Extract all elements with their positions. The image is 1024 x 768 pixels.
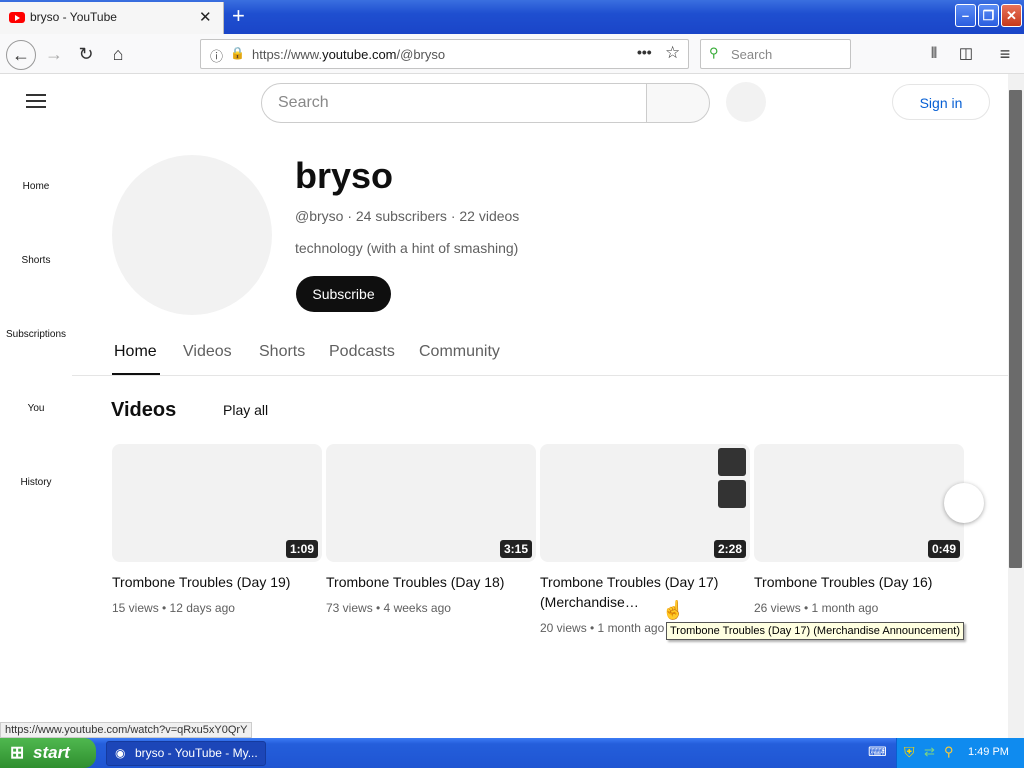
tab-title: bryso - YouTube bbox=[30, 10, 117, 24]
restore-icon[interactable]: ❐ bbox=[978, 4, 999, 27]
forward-icon[interactable]: → bbox=[42, 42, 66, 66]
active-tab-indicator bbox=[112, 373, 160, 375]
browser-search-field[interactable]: ⚲ Search bbox=[700, 39, 851, 69]
video-title[interactable]: Trombone Troubles (Day 17) (Merchandise… bbox=[540, 572, 730, 612]
browser-icon: ◉ bbox=[115, 746, 126, 760]
video-duration: 0:49 bbox=[927, 540, 960, 558]
voice-search-button[interactable] bbox=[726, 82, 766, 122]
keyboard-icon[interactable]: ⌨ bbox=[868, 744, 887, 760]
video-meta: 15 views • 12 days ago bbox=[112, 601, 235, 615]
tooltip: Trombone Troubles (Day 17) (Merchandise … bbox=[666, 622, 965, 640]
section-title[interactable]: Videos bbox=[111, 399, 176, 422]
guide-menu-icon[interactable] bbox=[26, 94, 46, 112]
video-meta: 73 views • 4 weeks ago bbox=[326, 601, 451, 615]
minimize-icon[interactable]: – bbox=[955, 4, 976, 27]
video-title[interactable]: Trombone Troubles (Day 18) bbox=[326, 572, 526, 592]
subscribe-button[interactable]: Subscribe bbox=[296, 276, 391, 312]
address-bar[interactable]: ⓘ 🔒 https://www.youtube.com/@bryso ••• ☆ bbox=[200, 39, 689, 69]
browser-tab[interactable]: bryso - YouTube ✕ bbox=[0, 2, 224, 34]
video-card[interactable]: 3:15 Trombone Troubles (Day 18) 73 views… bbox=[326, 444, 536, 644]
search-tray-icon[interactable]: ⚲ bbox=[944, 744, 954, 760]
next-arrow-button[interactable] bbox=[944, 483, 984, 523]
info-icon[interactable]: ⓘ bbox=[210, 46, 223, 65]
close-window-icon[interactable]: ✕ bbox=[1001, 4, 1022, 27]
channel-description[interactable]: technology (with a hint of smashing) bbox=[295, 240, 518, 256]
add-to-queue-icon[interactable] bbox=[718, 480, 746, 508]
bookmark-star-icon[interactable]: ☆ bbox=[665, 43, 680, 63]
sign-in-button[interactable]: Sign in bbox=[892, 84, 990, 120]
video-meta: 26 views • 1 month ago bbox=[754, 601, 879, 615]
shield-icon[interactable]: ⛨ bbox=[904, 744, 915, 761]
status-bar-url: https://www.youtube.com/watch?v=qRxu5xY0… bbox=[0, 722, 253, 738]
reload-icon[interactable]: ↻ bbox=[74, 42, 98, 66]
clock: 1:49 PM bbox=[968, 746, 1009, 758]
sidebar-item-history[interactable]: History bbox=[0, 477, 72, 488]
video-card[interactable]: 1:09 Trombone Troubles (Day 19) 15 views… bbox=[112, 444, 322, 644]
sidebar-item-subscriptions[interactable]: Subscriptions bbox=[0, 329, 72, 340]
video-meta: 20 views • 1 month ago bbox=[540, 621, 665, 635]
video-duration: 1:09 bbox=[285, 540, 318, 558]
page-actions-icon[interactable]: ••• bbox=[637, 44, 652, 60]
watch-later-icon[interactable] bbox=[718, 448, 746, 476]
url-text: https://www.youtube.com/@bryso bbox=[252, 47, 446, 62]
search-button[interactable] bbox=[646, 83, 710, 123]
close-tab-icon[interactable]: ✕ bbox=[199, 8, 212, 26]
channel-avatar bbox=[112, 155, 272, 315]
video-title[interactable]: Trombone Troubles (Day 16) bbox=[754, 572, 954, 592]
video-duration: 3:15 bbox=[499, 540, 532, 558]
sidebar-item-you[interactable]: You bbox=[0, 403, 72, 414]
video-duration: 2:28 bbox=[713, 540, 746, 558]
video-card[interactable]: 2:28 Trombone Troubles (Day 17) (Merchan… bbox=[540, 444, 750, 644]
hand-cursor-icon: ☝ bbox=[662, 600, 685, 620]
tab-podcasts[interactable]: Podcasts bbox=[329, 343, 395, 361]
channel-name: bryso bbox=[295, 155, 394, 196]
video-card[interactable]: 0:49 Trombone Troubles (Day 16) 26 views… bbox=[754, 444, 964, 644]
channel-meta: @bryso · 24 subscribers · 22 videos bbox=[295, 208, 520, 224]
task-label: bryso - YouTube - My... bbox=[135, 746, 258, 760]
youtube-search-input[interactable]: Search bbox=[261, 83, 647, 123]
scrollbar-thumb[interactable] bbox=[1009, 90, 1022, 568]
tab-videos[interactable]: Videos bbox=[183, 343, 232, 361]
windows-logo-icon: ⊞ bbox=[10, 743, 25, 762]
sidebar-toggle-icon[interactable]: ◫ bbox=[954, 42, 978, 66]
play-all-button[interactable]: Play all bbox=[223, 402, 268, 418]
start-label: start bbox=[33, 743, 70, 762]
search-placeholder: Search bbox=[278, 94, 329, 111]
tab-shorts[interactable]: Shorts bbox=[259, 343, 305, 361]
search-engine-icon: ⚲ bbox=[709, 45, 719, 60]
library-icon[interactable]: ⫴ bbox=[922, 42, 946, 66]
tabs-divider bbox=[72, 375, 1008, 376]
start-button[interactable]: ⊞ start bbox=[0, 738, 96, 768]
tab-home[interactable]: Home bbox=[114, 343, 157, 361]
home-icon[interactable]: ⌂ bbox=[106, 42, 130, 66]
back-icon[interactable]: ← bbox=[6, 40, 36, 70]
taskbar-item-browser[interactable]: ◉ bryso - YouTube - My... bbox=[106, 741, 266, 766]
new-tab-icon[interactable]: + bbox=[232, 3, 245, 29]
lock-icon[interactable]: 🔒 bbox=[230, 46, 245, 60]
youtube-favicon-icon bbox=[9, 12, 25, 23]
browser-search-placeholder: Search bbox=[731, 47, 773, 62]
network-icon[interactable]: ⇄ bbox=[924, 744, 935, 760]
sidebar-item-home[interactable]: Home bbox=[0, 181, 72, 192]
video-title[interactable]: Trombone Troubles (Day 19) bbox=[112, 572, 312, 592]
tab-community[interactable]: Community bbox=[419, 343, 500, 361]
sidebar-item-shorts[interactable]: Shorts bbox=[0, 255, 72, 266]
hamburger-menu-icon[interactable]: ≡ bbox=[993, 42, 1017, 66]
